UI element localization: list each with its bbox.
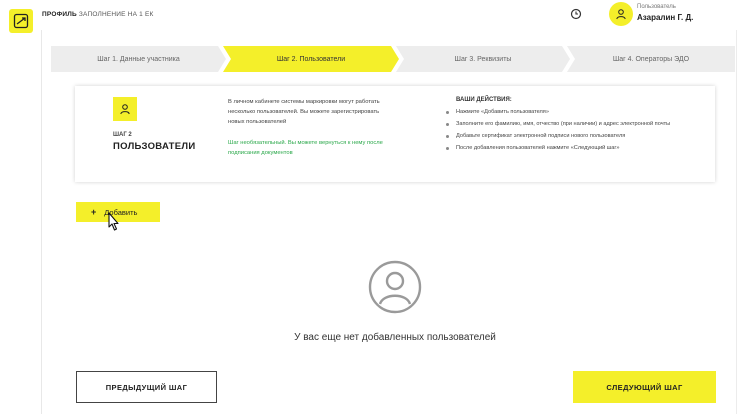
step-progress: Шаг 1. Данные участника Шаг 2. Пользоват… <box>51 46 735 72</box>
action-item: Нажмите «Добавить пользователя» <box>446 108 676 117</box>
clock-icon[interactable] <box>570 8 582 20</box>
step-intro-text: В личном кабинете системы маркировки мог… <box>228 99 380 125</box>
step-tab-users[interactable]: Шаг 2. Пользователи <box>223 46 399 72</box>
empty-state-message: У вас еще нет добавленных пользователей <box>294 332 496 343</box>
app-logo[interactable] <box>9 9 33 33</box>
page-breadcrumb: ПРОФИЛЬ ЗАПОЛНЕНИЕ НА 1 ЕК <box>42 11 153 18</box>
action-item: Добавьте сертификат электронной подписи … <box>446 132 676 141</box>
step-number: ШАГ 2 <box>113 132 132 138</box>
frame-divider <box>736 30 737 414</box>
step-tab-edo-operators[interactable]: Шаг 4. Операторы ЭДО <box>567 46 735 72</box>
brand-suffix: ЗАПОЛНЕНИЕ НА 1 ЕК <box>78 11 154 18</box>
brand-prefix: ПРОФИЛЬ <box>42 11 77 18</box>
step-icon-box <box>113 97 137 121</box>
user-icon <box>616 9 626 20</box>
action-item: После добавления пользователей нажмите «… <box>446 144 676 153</box>
empty-user-icon <box>368 260 422 314</box>
step-title: ПОЛЬЗОВАТЕЛИ <box>113 141 196 152</box>
user-name[interactable]: Азаралин Г. Д. <box>637 13 693 22</box>
step-tab-requisites[interactable]: Шаг 3. Реквизиты <box>396 46 570 72</box>
action-item: Заполните его фамилию, имя, отчество (пр… <box>446 120 676 129</box>
logo-icon <box>13 13 29 29</box>
previous-step-button[interactable]: ПРЕДЫДУЩИЙ ШАГ <box>76 371 217 403</box>
cursor-icon <box>108 212 119 231</box>
actions-title: ВАШИ ДЕЙСТВИЯ: <box>456 97 512 103</box>
user-icon <box>120 104 130 115</box>
user-role-label: Пользователь <box>637 4 676 10</box>
user-avatar[interactable] <box>609 2 633 26</box>
optional-step-note: Шаг необязательный. Вы можете вернуться … <box>228 140 383 156</box>
actions-list: Нажмите «Добавить пользователя» Заполнит… <box>446 108 676 156</box>
plus-icon: + <box>91 207 97 217</box>
step-tab-participant[interactable]: Шаг 1. Данные участника <box>51 46 226 72</box>
next-step-button[interactable]: СЛЕДУЮЩИЙ ШАГ <box>573 371 716 403</box>
